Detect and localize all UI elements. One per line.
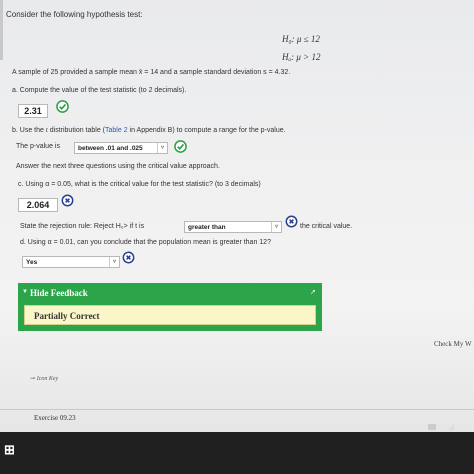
pvalue-dropdown[interactable]: between .01 and .025 ▿ [74, 142, 168, 154]
icon-key-link[interactable]: ⊸ Icon Key [30, 375, 58, 382]
feedback-panel: ▼ Hide Feedback ➚ Partially Correct [18, 283, 322, 331]
part-a-prompt: a. Compute the value of the test statist… [12, 87, 187, 94]
incorrect-x-icon [285, 215, 298, 228]
pvalue-selected: between .01 and .025 [78, 145, 143, 152]
collapse-triangle-icon: ▼ [22, 289, 28, 295]
tray-network-icon[interactable]: ◢ [448, 422, 454, 431]
alternative-hypothesis: Hₐ: μ > 12 [282, 52, 321, 62]
null-hypothesis: H₀: μ ≤ 12 [282, 34, 320, 44]
hide-feedback-toggle[interactable]: Hide Feedback [30, 288, 88, 298]
pvalue-label: The p-value is [16, 143, 60, 150]
part-d-dropdown[interactable]: Yes ▿ [22, 256, 120, 268]
left-scroll-edge [0, 0, 3, 60]
chevron-down-icon: ▿ [271, 222, 281, 232]
part-a-answer-input[interactable]: 2.31 [18, 104, 48, 118]
correct-check-icon [174, 140, 187, 153]
part-b-prompt: b. Use the t distribution table (Table 2… [12, 126, 286, 134]
key-icon: ⊸ [30, 376, 36, 382]
rejection-rule-selected: greater than [188, 224, 226, 231]
critical-value-instruction: Answer the next three questions using th… [16, 163, 220, 170]
check-my-work-button[interactable]: Check My W [434, 340, 472, 348]
table-2-link[interactable]: Table 2 [105, 127, 128, 134]
rejection-rule-prefix: State the rejection rule: Reject H₀> if … [20, 223, 145, 230]
correct-check-icon [56, 100, 69, 113]
tray-pen-icon[interactable] [428, 424, 436, 430]
part-c-answer-input[interactable]: 2.064 [18, 198, 58, 212]
taskbar: ⊞ ◢ [0, 422, 474, 474]
footer-divider [0, 409, 474, 410]
part-c-prompt: c. Using α = 0.05, what is the critical … [18, 181, 261, 188]
quiz-screen: Consider the following hypothesis test: … [0, 0, 474, 432]
chevron-down-icon: ▿ [109, 257, 119, 267]
question-intro: Consider the following hypothesis test: [6, 10, 143, 19]
expand-icon: ➚ [310, 289, 316, 296]
windows-logo-icon[interactable]: ⊞ [4, 442, 15, 458]
rejection-rule-dropdown[interactable]: greater than ▿ [184, 221, 282, 233]
feedback-result: Partially Correct [34, 311, 100, 321]
sample-description: A sample of 25 provided a sample mean x̄… [12, 69, 291, 76]
incorrect-x-icon [61, 194, 74, 207]
part-d-prompt: d. Using α = 0.01, can you conclude that… [20, 239, 271, 246]
part-d-selected: Yes [26, 259, 38, 266]
feedback-body: Partially Correct [24, 305, 316, 325]
chevron-down-icon: ▿ [157, 143, 167, 153]
exercise-label: Exercise 09.23 [34, 414, 76, 422]
rejection-rule-suffix: the critical value. [300, 223, 353, 230]
incorrect-x-icon [122, 251, 135, 264]
